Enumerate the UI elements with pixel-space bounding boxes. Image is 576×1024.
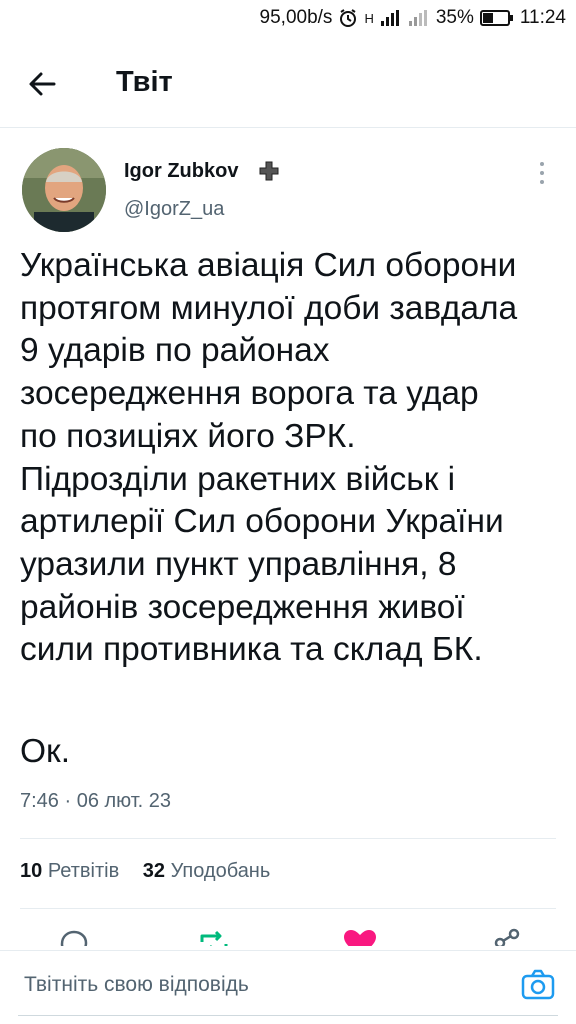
tweet-sign-off: Ок. (20, 733, 71, 770)
retweet-icon (200, 930, 228, 946)
divider (20, 908, 556, 909)
top-app-bar: Твіт (0, 36, 576, 128)
page-title: Твіт (116, 66, 173, 98)
likes-stat[interactable]: 32 Уподобань (143, 860, 271, 882)
status-bar: 95,00b/s H 35% 11:24 (0, 0, 576, 36)
battery-percent: 35% (435, 7, 474, 28)
cross-badge-icon (258, 160, 280, 182)
more-options-button[interactable] (530, 158, 554, 188)
likes-label: Уподобань (170, 860, 271, 882)
signal-icon (380, 9, 402, 27)
share-button[interactable] (488, 928, 528, 946)
retweets-count: 10 (20, 860, 43, 882)
signal-weak-icon (408, 9, 430, 27)
tweet-actions (0, 928, 576, 946)
reply-button[interactable] (54, 928, 94, 946)
heart-icon (344, 930, 376, 946)
retweets-label: Ретвітів (47, 860, 120, 882)
share-icon (494, 928, 520, 946)
likes-count: 32 (142, 860, 166, 882)
more-vertical-icon (540, 162, 544, 184)
tweet-text: Українська авіація Сил оборони протягом … (20, 247, 518, 669)
battery-icon (479, 9, 514, 27)
reply-input[interactable] (18, 961, 510, 1009)
clock: 11:24 (519, 7, 566, 28)
like-button[interactable] (340, 928, 380, 946)
network-speed: 95,00b/s (259, 7, 333, 28)
tweet-stats: 10 Ретвітів 32 Уподобань (20, 860, 288, 883)
divider (20, 838, 556, 839)
reply-icon (60, 930, 88, 946)
reply-underline (18, 1015, 558, 1016)
retweet-button[interactable] (194, 928, 234, 946)
reply-bar (0, 950, 576, 1024)
alarm-icon (338, 8, 358, 28)
author-handle[interactable]: @IgorZ_ua (124, 198, 224, 221)
author-name[interactable]: Igor Zubkov (124, 160, 238, 183)
camera-icon (521, 969, 555, 1000)
retweets-stat[interactable]: 10 Ретвітів (20, 860, 119, 882)
arrow-left-icon (29, 72, 56, 96)
network-type: H (364, 10, 374, 26)
back-button[interactable] (22, 64, 62, 104)
tweet-timestamp: 7:46 · 06 лют. 23 (20, 790, 172, 812)
camera-button[interactable] (520, 967, 556, 1003)
avatar[interactable] (22, 148, 106, 232)
